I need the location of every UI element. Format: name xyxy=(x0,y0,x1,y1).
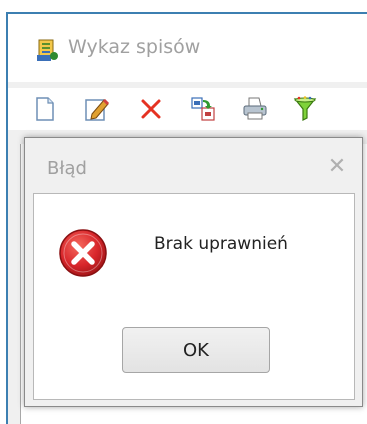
window-titlebar: Wykaz spisów xyxy=(8,14,367,82)
import-icon xyxy=(191,97,215,121)
new-document-icon xyxy=(36,97,54,121)
dialog-body: Brak uprawnień OK xyxy=(33,193,355,400)
app-icon xyxy=(37,39,58,61)
toolbar xyxy=(8,88,367,130)
print-icon xyxy=(243,97,267,120)
error-icon xyxy=(59,229,107,277)
error-message: Brak uprawnień xyxy=(154,234,288,254)
ok-button[interactable]: OK xyxy=(122,327,270,373)
error-dialog: Błąd ✕ Brak uprawnień OK xyxy=(24,137,363,407)
new-document-button[interactable] xyxy=(30,94,60,124)
filter-button[interactable] xyxy=(290,94,320,124)
close-icon[interactable]: ✕ xyxy=(326,156,348,178)
filter-icon xyxy=(293,96,317,121)
print-button[interactable] xyxy=(240,94,270,124)
dialog-title: Błąd xyxy=(47,158,87,179)
dialog-titlebar: Błąd ✕ xyxy=(25,138,362,192)
screen: Wykaz spisów Błąd ✕ Brak uprawnień OK xyxy=(0,0,367,424)
import-button[interactable] xyxy=(188,94,218,124)
edit-icon xyxy=(85,98,110,121)
edit-button[interactable] xyxy=(82,94,112,124)
delete-button[interactable] xyxy=(136,94,166,124)
delete-icon xyxy=(141,99,161,119)
window-title: Wykaz spisów xyxy=(68,36,201,58)
